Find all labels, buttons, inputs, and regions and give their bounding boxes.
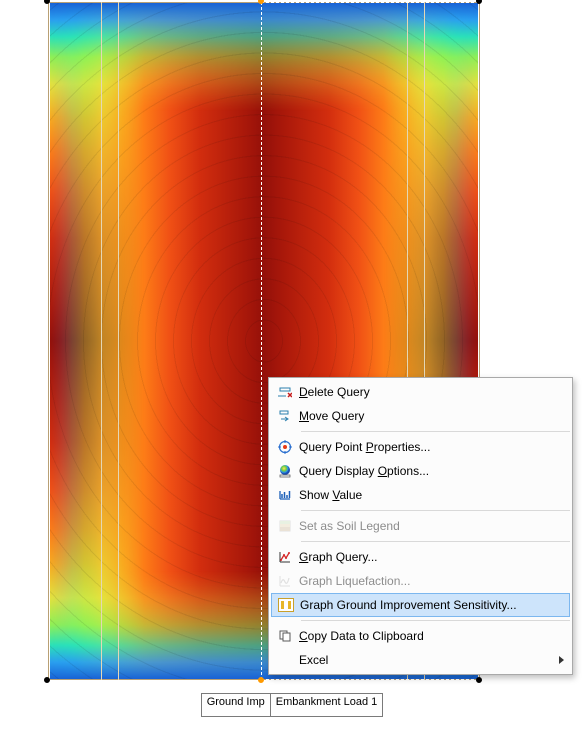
handle-tr[interactable] [476,0,482,4]
guide-line [101,2,102,680]
menu-label: Delete Query [299,385,552,399]
context-menu: Delete Query Move Query [268,377,573,675]
properties-icon [271,440,299,454]
menu-copy-data-to-clipboard[interactable]: Copy Data to Clipboard [271,624,570,648]
object-tag-row: Ground Imp Embankment Load 1 [0,693,584,717]
graph-liquefaction-icon [271,574,299,588]
handle-bl[interactable] [44,677,50,683]
menu-set-as-soil-legend: Set as Soil Legend [271,514,570,538]
object-tag-ground-improvement[interactable]: Ground Imp [201,693,270,717]
delete-query-icon [271,385,299,399]
menu-excel[interactable]: Excel [271,648,570,672]
move-query-icon [271,409,299,423]
menu-label: Graph Query... [299,550,552,564]
menu-separator [301,541,570,542]
soil-legend-icon [271,519,299,533]
guide-line [118,2,119,680]
menu-label: Copy Data to Clipboard [299,629,552,643]
menu-separator [301,431,570,432]
menu-label: Graph Ground Improvement Sensitivity... [300,598,551,612]
graph-query-icon [271,550,299,564]
ground-improvement-icon [272,598,300,612]
menu-label: Query Point Properties... [299,440,552,454]
menu-query-display-options[interactable]: Query Display Options... [271,459,570,483]
menu-delete-query[interactable]: Delete Query [271,380,570,404]
menu-graph-ground-improvement-sensitivity[interactable]: Graph Ground Improvement Sensitivity... [271,593,570,617]
submenu-arrow-icon [559,656,564,664]
menu-label: Move Query [299,409,552,423]
viewport-canvas: Ground Imp Embankment Load 1 Delete Quer… [0,0,584,730]
handle-br[interactable] [476,677,482,683]
menu-label: Graph Liquefaction... [299,574,552,588]
menu-label: Excel [299,653,552,667]
menu-label: Query Display Options... [299,464,552,478]
menu-show-value[interactable]: Show Value [271,483,570,507]
show-value-icon [271,488,299,502]
menu-separator [301,620,570,621]
menu-query-point-properties[interactable]: Query Point Properties... [271,435,570,459]
menu-label: Show Value [299,488,552,502]
menu-move-query[interactable]: Move Query [271,404,570,428]
handle-mid-bottom[interactable] [258,677,264,683]
menu-graph-query[interactable]: Graph Query... [271,545,570,569]
menu-label: Set as Soil Legend [299,519,552,533]
menu-graph-liquefaction: Graph Liquefaction... [271,569,570,593]
copy-icon [271,629,299,643]
display-options-icon [271,464,299,478]
menu-separator [301,510,570,511]
object-tag-embankment-load[interactable]: Embankment Load 1 [270,693,384,717]
